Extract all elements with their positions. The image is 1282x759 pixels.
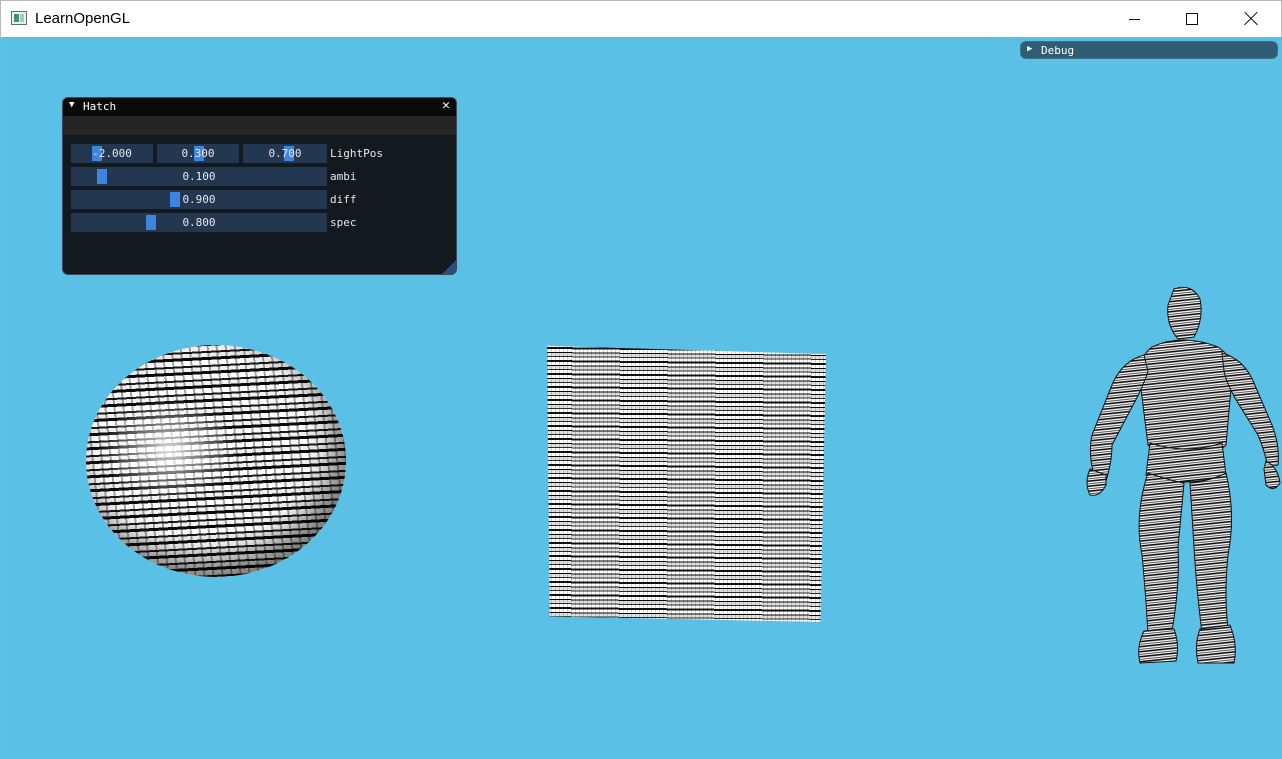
hatched-cube	[547, 345, 826, 622]
close-button[interactable]	[1222, 1, 1280, 37]
window-titlebar: LearnOpenGL	[0, 0, 1282, 38]
lightpos-y-slider[interactable]: 0.300	[157, 144, 239, 163]
spec-slider[interactable]: 0.800	[71, 213, 327, 232]
hatch-window-title: Hatch	[83, 100, 117, 113]
diff-value: 0.900	[182, 193, 216, 206]
maximize-button[interactable]	[1163, 1, 1221, 37]
close-icon	[1244, 12, 1258, 26]
hatch-window[interactable]: ▼ Hatch ✕ -2.000 0.300 0.700 LightPos 0.…	[62, 97, 457, 275]
lightpos-label: LightPos	[330, 147, 383, 160]
spec-label: spec	[330, 216, 357, 229]
ambi-slider[interactable]: 0.100	[71, 167, 327, 186]
collapse-arrow-icon[interactable]: ▼	[69, 100, 74, 110]
render-viewport[interactable]: ▶ Debug ▼ Hatch ✕ -2.000 0.300 0.700 Lig…	[1, 37, 1282, 758]
maximize-icon	[1186, 13, 1198, 25]
window-resize-grip[interactable]	[442, 260, 456, 274]
ambi-label: ambi	[330, 170, 357, 183]
app-icon	[11, 11, 27, 25]
hatch-close-icon[interactable]: ✕	[442, 99, 450, 113]
hatch-window-menubar	[63, 116, 456, 135]
diff-label: diff	[330, 193, 357, 206]
lightpos-x-slider[interactable]: -2.000	[71, 144, 153, 163]
ambi-value: 0.100	[182, 170, 216, 183]
hatch-window-titlebar[interactable]: ▼ Hatch ✕	[63, 98, 456, 116]
lightpos-z-slider[interactable]: 0.700	[243, 144, 327, 163]
hatched-character	[1086, 286, 1281, 664]
lightpos-z-value: 0.700	[268, 147, 302, 160]
window-title: LearnOpenGL	[35, 10, 131, 27]
diff-slider[interactable]: 0.900	[71, 190, 327, 209]
lightpos-x-value: -2.000	[92, 147, 132, 160]
ambi-grab[interactable]	[97, 169, 107, 184]
expand-arrow-icon[interactable]: ▶	[1027, 44, 1032, 54]
debug-window[interactable]: ▶ Debug	[1020, 41, 1278, 59]
spec-value: 0.800	[182, 216, 216, 229]
lightpos-y-value: 0.300	[181, 147, 215, 160]
minimize-icon	[1128, 18, 1140, 20]
diff-grab[interactable]	[170, 192, 180, 207]
hatched-sphere	[86, 345, 346, 577]
spec-grab[interactable]	[146, 215, 156, 230]
minimize-button[interactable]	[1105, 1, 1163, 37]
debug-window-title: Debug	[1041, 44, 1075, 57]
